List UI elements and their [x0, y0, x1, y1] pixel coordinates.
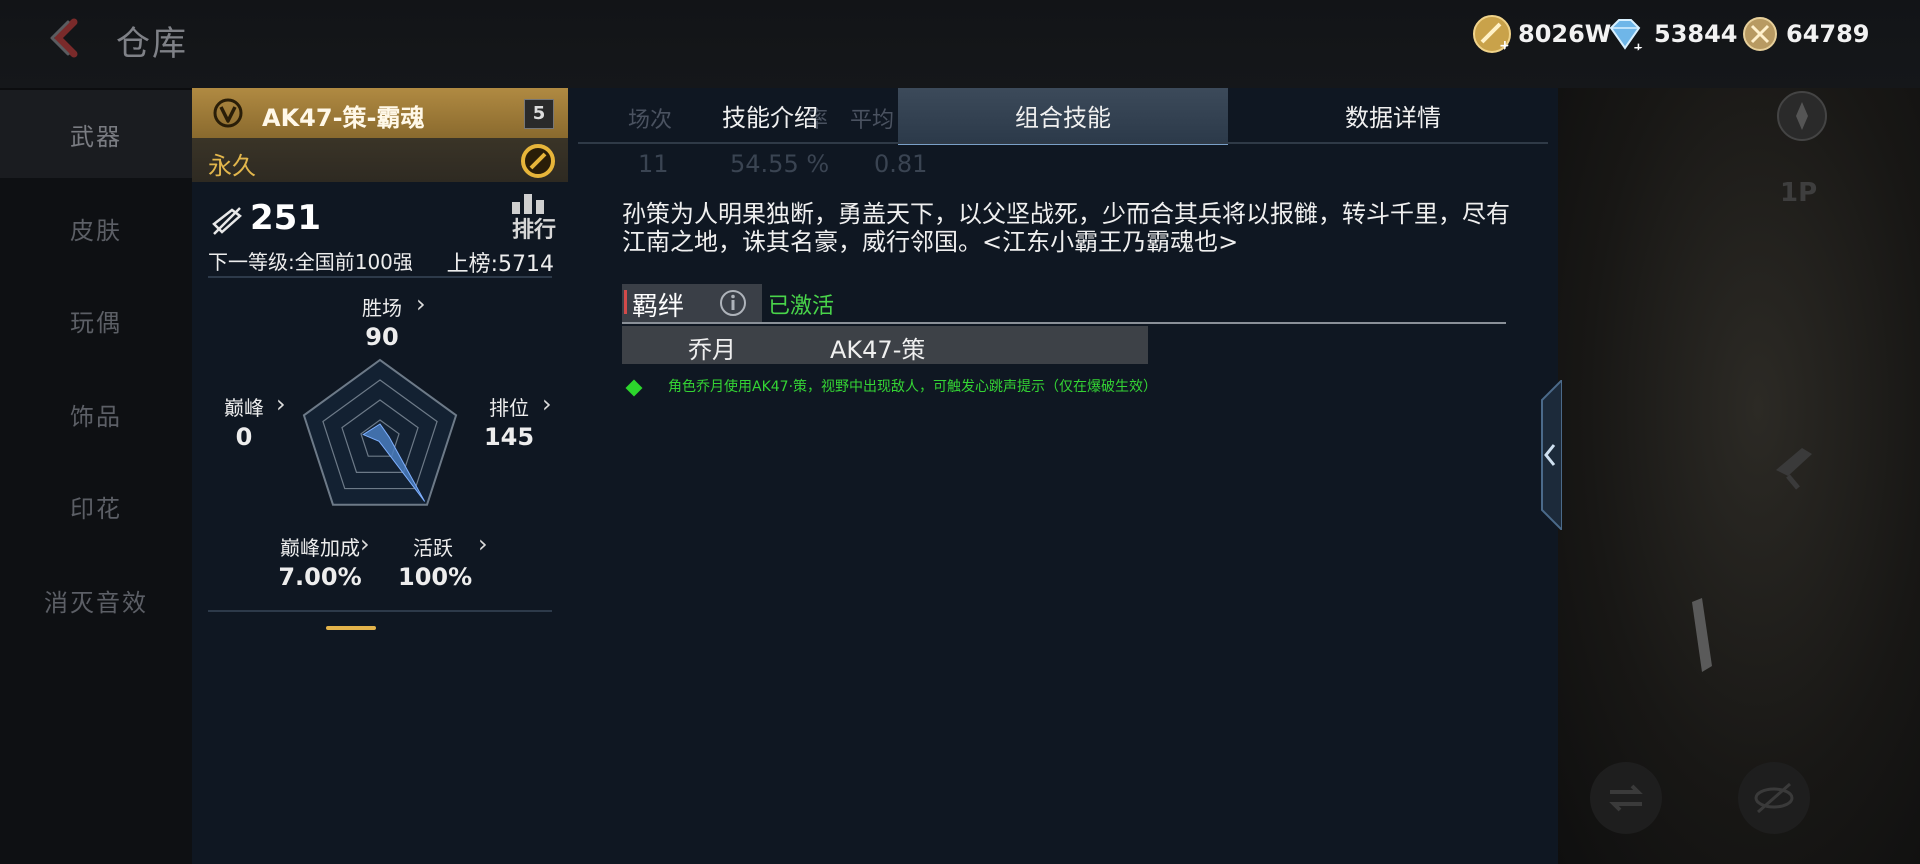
- tab-bar: 场次 率 平均 技能介绍 组合技能 数据详情: [568, 88, 1558, 145]
- kill-score-icon: [212, 207, 242, 235]
- weapon-header: AK47-策-霸魂 5: [192, 88, 568, 138]
- chevron-right-icon: ›: [542, 390, 552, 418]
- page-title: 仓库: [116, 24, 188, 64]
- tab-combo-skill[interactable]: 组合技能: [898, 88, 1228, 145]
- bond-label: 羁绊: [632, 292, 685, 322]
- back-arrow-icon: [50, 18, 78, 58]
- weapon-duration-bar: 永久: [192, 138, 568, 182]
- hide-view-icon[interactable]: [1734, 758, 1814, 838]
- sidebar-item-label: 印花: [70, 494, 122, 523]
- sidebar-item-kill-sound[interactable]: 消灭音效: [0, 556, 192, 644]
- back-button[interactable]: [44, 16, 94, 60]
- stat-label: 巅峰: [224, 396, 264, 420]
- sidebar-item-label: 饰品: [70, 402, 122, 431]
- bullet-icon: [1692, 598, 1712, 672]
- bond-character: 乔月: [688, 336, 736, 364]
- swap-icon[interactable]: [1586, 758, 1666, 838]
- sidebar-item-accessories[interactable]: 饰品: [0, 370, 192, 458]
- ghost-value-matches: 11: [638, 150, 669, 178]
- bond-status: 已激活: [768, 294, 835, 319]
- ghost-header-matches: 场次: [628, 108, 673, 133]
- weapon-level-badge: 5: [524, 99, 554, 129]
- divider: [208, 276, 552, 278]
- tab-data-details[interactable]: 数据详情: [1228, 88, 1558, 142]
- currency-badge-value: 64789: [1786, 20, 1870, 48]
- weapon-score: 251: [250, 198, 321, 238]
- sidebar-item-stickers[interactable]: 印花: [0, 462, 192, 550]
- sidebar-item-dolls[interactable]: 玩偶: [0, 276, 192, 364]
- stat-peak-bonus[interactable]: 巅峰加成 7.00% ›: [270, 530, 370, 591]
- stats-radar-chart: [302, 358, 458, 506]
- stat-value: 7.00%: [278, 563, 362, 591]
- view-mode-label[interactable]: 1P: [1780, 178, 1817, 208]
- ghost-value-rate: 54.55 %: [730, 150, 830, 178]
- tab-label: 组合技能: [1015, 103, 1111, 132]
- stat-value: 100%: [398, 563, 473, 591]
- bond-weapon: AK47-策: [830, 336, 926, 364]
- sidebar-item-label: 皮肤: [70, 216, 122, 245]
- currency-diamond-value: 53844: [1654, 20, 1738, 48]
- diamond-icon: +: [1609, 19, 1644, 54]
- stat-label: 排位: [489, 396, 529, 420]
- svg-text:+: +: [1633, 41, 1644, 54]
- chevron-right-icon: ›: [416, 290, 426, 318]
- skill-detail-panel: 场次 率 平均 技能介绍 组合技能 数据详情 11 54.55 % 0.81 孙…: [568, 88, 1558, 864]
- v-rank-badge-icon: [213, 98, 243, 128]
- sidebar-item-label: 武器: [70, 122, 122, 151]
- stat-value: 0: [235, 423, 253, 451]
- stat-ranked[interactable]: 排位 145 ›: [474, 390, 552, 451]
- weapon-info-panel: AK47-策-霸魂 5 永久 251 排行 下一等级:全国前100强 上榜:57…: [192, 88, 570, 864]
- compass-icon[interactable]: [1774, 88, 1830, 144]
- tab-skill-intro[interactable]: 技能介绍: [670, 88, 870, 142]
- tab-underline: [578, 142, 1548, 144]
- currency-gold-value: 8026W: [1518, 20, 1612, 48]
- currency-gold[interactable]: + 8026W: [1472, 14, 1611, 54]
- ghost-value-average: 0.81: [874, 150, 928, 178]
- stat-label: 胜场: [362, 296, 402, 320]
- weapon-silhouette-icon: [1776, 448, 1812, 490]
- weapon-preview-area: 1P: [1558, 88, 1920, 864]
- currency-badge[interactable]: 64789: [1740, 14, 1870, 54]
- info-icon[interactable]: [718, 288, 748, 318]
- sidebar-item-label: 消灭音效: [44, 588, 148, 617]
- weapon-duration: 永久: [208, 152, 256, 180]
- skill-description: 孙策为人明果独断，勇盖天下，以父坚战死，少而合其兵将以报雠，转斗千里，尽有江南之…: [622, 200, 1510, 256]
- sidebar-item-weapons[interactable]: 武器: [0, 90, 192, 178]
- sidebar-item-skins[interactable]: 皮肤: [0, 184, 192, 272]
- sidebar-item-label: 玩偶: [70, 308, 122, 337]
- divider: [208, 610, 552, 612]
- green-diamond-icon: [625, 379, 643, 397]
- leaderboard-label[interactable]: 排行: [512, 212, 556, 244]
- svg-text:+: +: [1499, 38, 1511, 54]
- badge-coin-icon: [1743, 17, 1777, 51]
- top-bar: 仓库 + 8026W + 53844 64789: [0, 0, 1920, 88]
- on-list-text: 上榜:5714: [446, 252, 554, 277]
- weapon-name: AK47-策-霸魂: [262, 104, 425, 132]
- tab-label: 技能介绍: [722, 103, 818, 132]
- gold-medal-icon[interactable]: [520, 143, 556, 179]
- bond-marker: [624, 290, 627, 314]
- stat-peak[interactable]: 巅峰 0 ›: [214, 390, 286, 451]
- bond-effect-text: 角色乔月使用AK47·策，视野中出现敌人，可触发心跳声提示（仅在爆破生效）: [668, 379, 1158, 395]
- page-indicator: [326, 626, 376, 630]
- gold-coin-icon: +: [1473, 15, 1511, 54]
- currency-diamond[interactable]: + 53844: [1602, 14, 1738, 54]
- collapse-panel-button[interactable]: [1536, 380, 1562, 530]
- bond-divider: [622, 322, 1506, 324]
- next-level-text: 下一等级:全国前100强: [208, 250, 413, 274]
- stat-value: 145: [483, 423, 535, 451]
- tab-label: 数据详情: [1345, 103, 1441, 132]
- stat-active[interactable]: 活跃 100% ›: [398, 530, 488, 591]
- category-sidebar: 武器 皮肤 玩偶 饰品 印花 消灭音效: [0, 90, 192, 864]
